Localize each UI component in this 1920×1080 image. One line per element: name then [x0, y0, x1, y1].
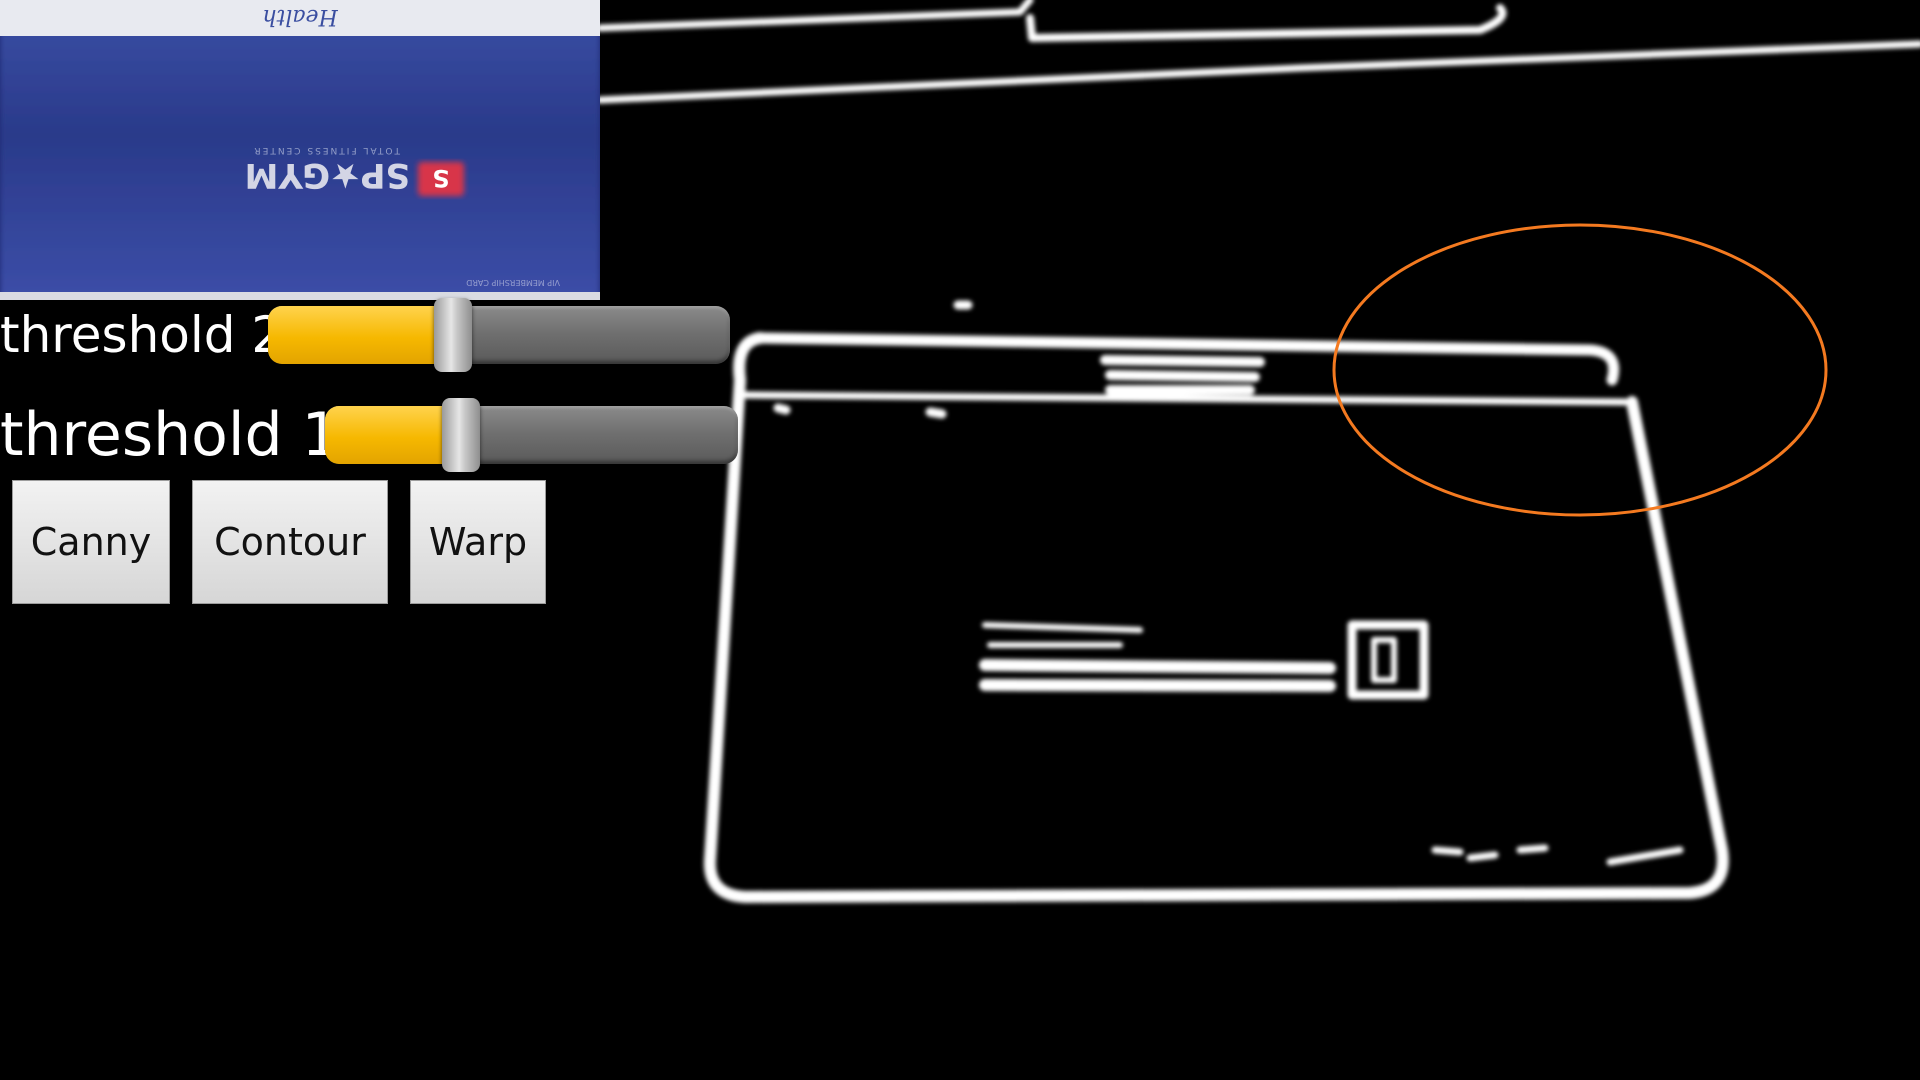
highlight-ellipse [1332, 223, 1828, 517]
threshold1-slider-row: threshold 1 [0, 398, 738, 472]
threshold2-slider-thumb[interactable] [434, 298, 472, 372]
threshold1-slider-fill [325, 406, 461, 464]
card-tagline: TOTAL FITNESS CENTER [252, 145, 401, 155]
threshold2-slider[interactable] [268, 298, 730, 372]
app-screen: Health S SP★GYM TOTAL FITNESS CENTER VIP… [0, 0, 1920, 1080]
card-brand-name: SP★GYM [244, 155, 410, 195]
card-footer: VIP MEMBERSHIP CARD [466, 278, 560, 287]
edge-lines [596, 0, 1920, 903]
threshold1-slider[interactable] [325, 398, 738, 472]
canny-button[interactable]: Canny [12, 480, 170, 604]
card-logo-letter: S [432, 164, 449, 192]
threshold1-slider-thumb[interactable] [442, 398, 480, 472]
warp-button[interactable]: Warp [410, 480, 546, 604]
threshold2-slider-fill [268, 306, 453, 364]
contour-button[interactable]: Contour [192, 480, 388, 604]
threshold2-label: threshold 2 [0, 306, 284, 364]
threshold2-slider-row: threshold 2 [0, 298, 730, 372]
card-script-text: Health [262, 4, 338, 29]
camera-preview: Health S SP★GYM TOTAL FITNESS CENTER VIP… [0, 0, 600, 300]
threshold1-label: threshold 1 [0, 400, 340, 470]
